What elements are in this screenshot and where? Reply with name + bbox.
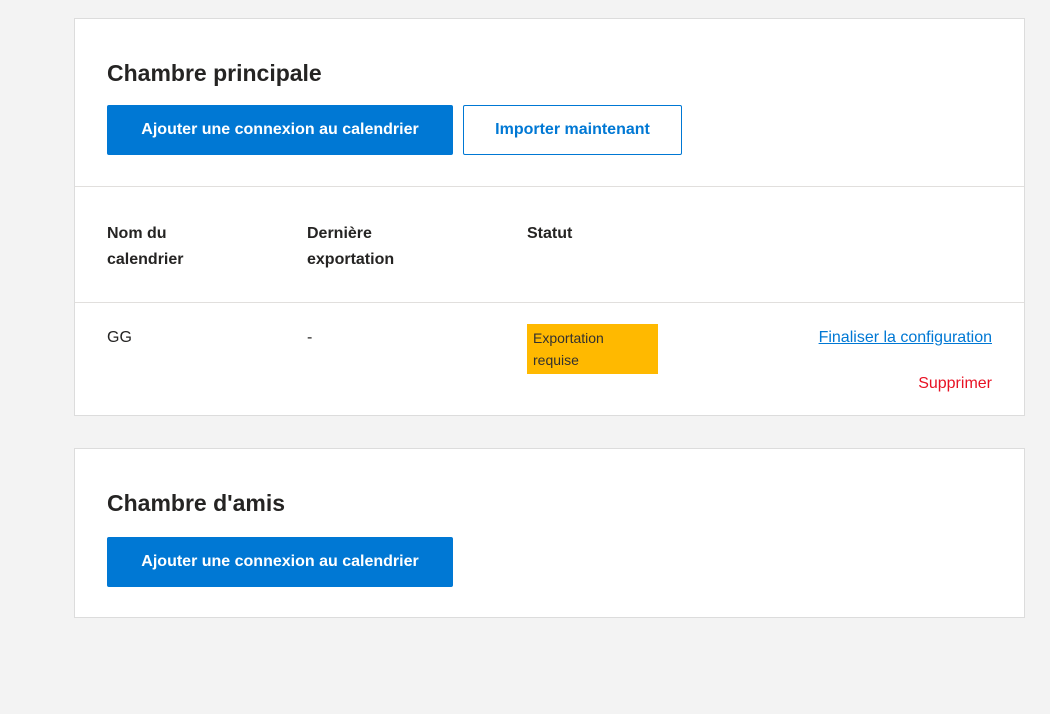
calendar-name-cell: GG (107, 329, 132, 346)
divider (75, 302, 1024, 303)
delete-link[interactable]: Supprimer (918, 373, 992, 395)
add-calendar-connection-button[interactable]: Ajouter une connexion au calendrier (107, 105, 453, 155)
room-card-friends: Chambre d'amis Ajouter une connexion au … (74, 448, 1025, 618)
column-header-last-export: Dernière exportation (307, 225, 395, 268)
add-calendar-connection-button[interactable]: Ajouter une connexion au calendrier (107, 537, 453, 587)
finalize-configuration-link[interactable]: Finaliser la configuration (819, 327, 992, 349)
column-header-calendar-name: Nom du calendrier (107, 225, 184, 268)
room-title: Chambre d'amis (107, 490, 286, 516)
status-badge: Exportation requise (527, 324, 658, 374)
divider (75, 186, 1024, 187)
column-header-status: Statut (527, 225, 573, 242)
room-title: Chambre principale (107, 60, 322, 86)
import-now-button[interactable]: Importer maintenant (463, 105, 682, 155)
last-export-cell: - (307, 329, 313, 346)
room-card-main: Chambre principale Ajouter une connexion… (74, 18, 1025, 416)
